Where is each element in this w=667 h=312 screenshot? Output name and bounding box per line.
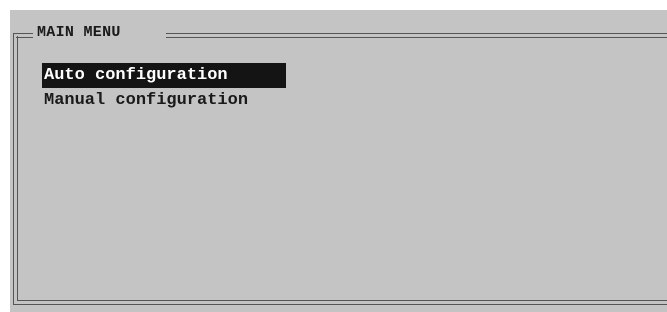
bios-screen: MAIN MENU Auto configuration Manual conf…	[10, 10, 667, 312]
menu-item-auto-configuration[interactable]: Auto configuration	[42, 63, 286, 88]
menu-title: MAIN MENU	[37, 24, 121, 41]
main-menu-list: Auto configuration Manual configuration	[42, 63, 286, 113]
menu-item-manual-configuration[interactable]: Manual configuration	[42, 88, 286, 113]
